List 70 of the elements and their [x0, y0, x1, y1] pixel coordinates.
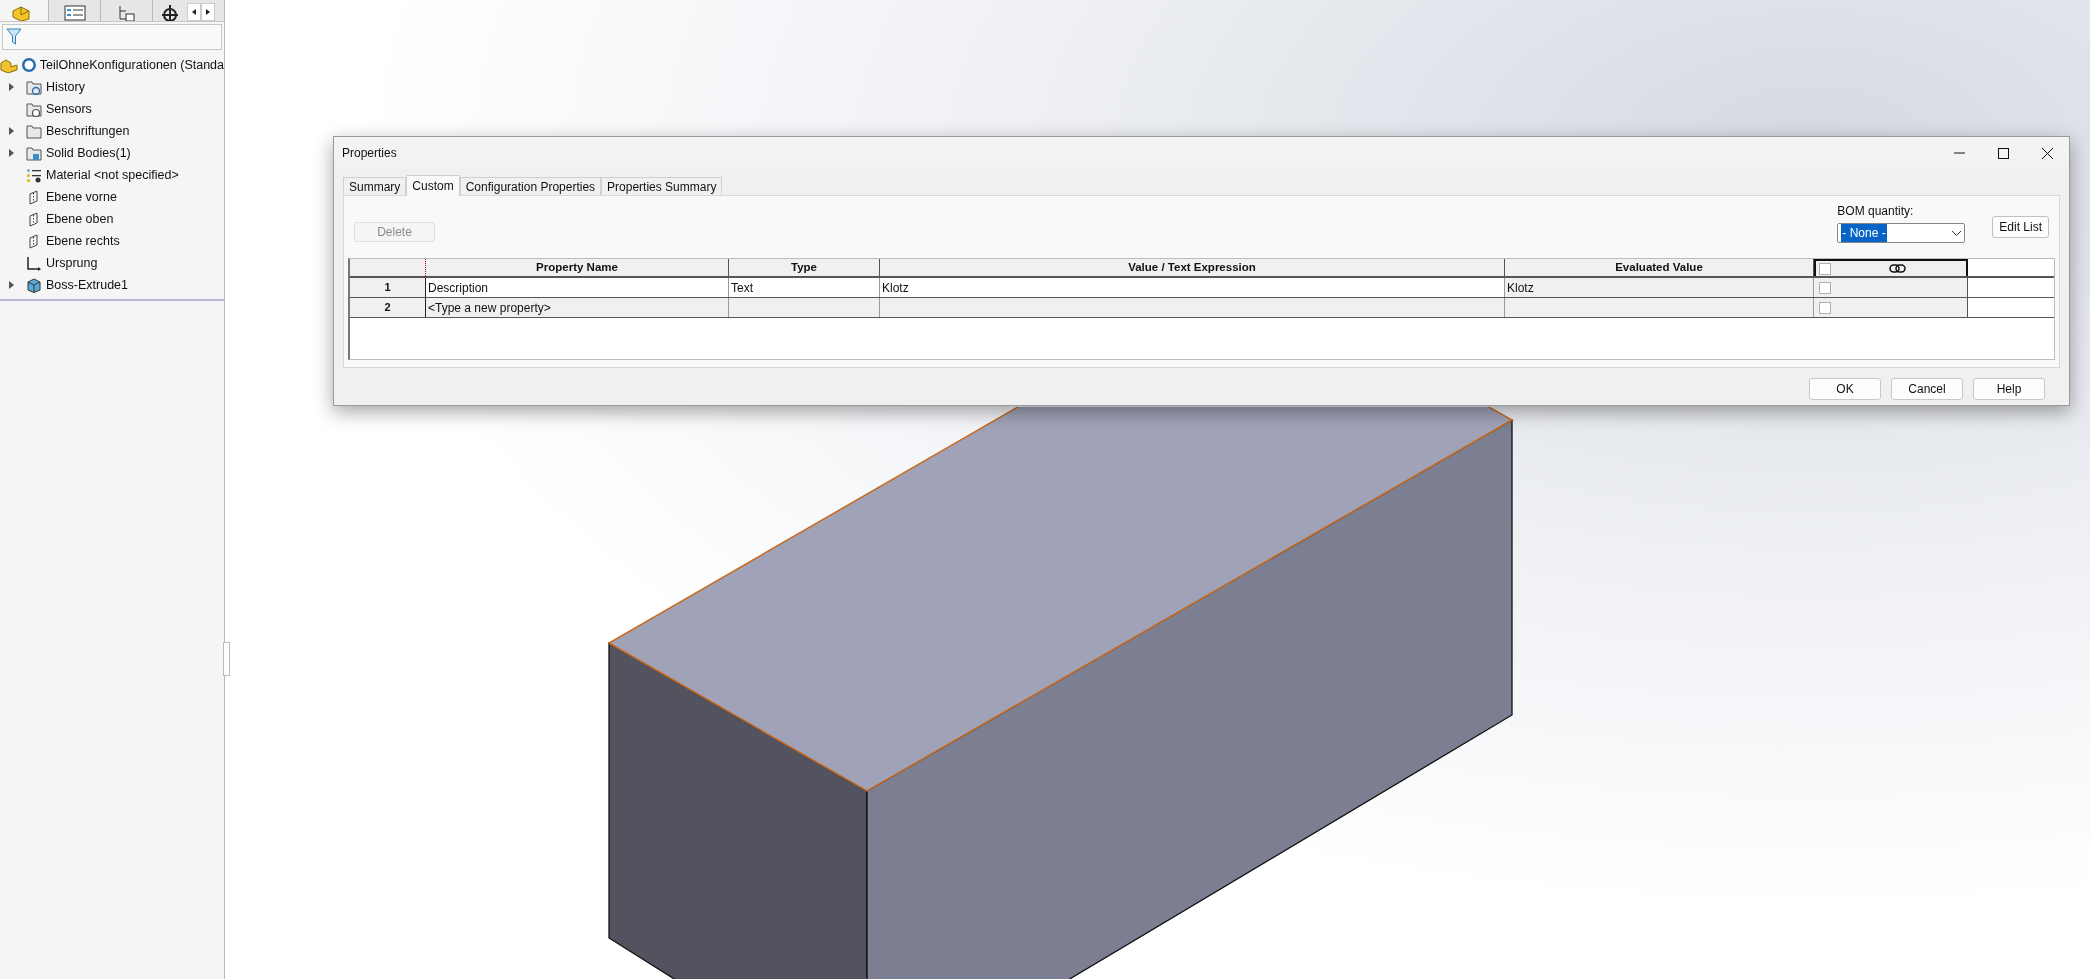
tree-item[interactable]: History [46, 77, 85, 97]
tree-item[interactable]: Ursprung [46, 253, 98, 273]
tab[interactable]: Summary [343, 177, 407, 195]
dialog-button[interactable]: OK [1809, 378, 1881, 400]
left-arrow-icon [192, 9, 196, 15]
bom-quantity-dropdown[interactable]: - None - [1837, 223, 1966, 243]
column-header: Value / Text Expression [880, 259, 1505, 276]
property-name-cell[interactable]: <Type a new property> [426, 298, 729, 317]
tree-item[interactable]: Sensors [46, 99, 92, 119]
dialog-title: Properties [342, 145, 398, 162]
dialog-button[interactable]: Help [1973, 378, 2045, 400]
tree-item[interactable]: Ebene rechts [46, 231, 120, 251]
expand-arrow-icon[interactable] [9, 149, 14, 157]
tree-item[interactable]: Material <not specified> [46, 165, 179, 185]
tab[interactable]: Properties Summary [601, 177, 723, 195]
edit-list-button[interactable]: Edit List [1992, 216, 2049, 238]
plane-icon [28, 189, 40, 205]
column-header: Evaluated Value [1505, 259, 1814, 276]
row-number[interactable]: 2 [350, 298, 426, 317]
expand-arrow-icon[interactable] [9, 127, 14, 135]
scroll-left-button[interactable] [187, 3, 201, 21]
plane-icon [28, 233, 40, 249]
minimize-icon [1953, 152, 1965, 154]
cube-icon [26, 277, 42, 293]
dialog-button[interactable]: Cancel [1891, 378, 1963, 400]
scroll-right-button[interactable] [201, 3, 215, 21]
axes-icon [26, 255, 42, 271]
row-number[interactable]: 1 [350, 278, 426, 297]
tree-item[interactable]: Ebene vorne [46, 187, 117, 207]
evaluated-value-cell: Klotz [1505, 278, 1814, 297]
filter-icon [6, 28, 22, 46]
material-list-icon [26, 167, 42, 183]
tree-item[interactable]: Solid Bodies(1) [46, 143, 131, 163]
checkbox[interactable] [1819, 281, 1831, 294]
bom-quantity-label: BOM quantity: [1837, 203, 1915, 220]
property-name-cell[interactable]: Description [426, 278, 729, 297]
tree-item[interactable]: Ebene oben [46, 209, 114, 229]
column-header: Type [729, 259, 880, 276]
type-cell[interactable]: Text [729, 278, 880, 297]
folder-icon [26, 123, 42, 139]
folder-icon [26, 79, 42, 95]
dropdown-caret-icon [1952, 230, 1962, 236]
hierarchy-icon [116, 5, 137, 21]
crosshair-icon [160, 5, 180, 21]
folder-icon [26, 101, 42, 117]
expand-arrow-icon[interactable] [9, 83, 14, 91]
expand-arrow-icon[interactable] [9, 281, 14, 289]
part-tab[interactable] [0, 0, 48, 21]
type-cell[interactable] [729, 298, 880, 317]
folder-icon [26, 145, 42, 161]
checkbox[interactable] [1819, 262, 1831, 275]
value-cell[interactable]: Klotz [880, 278, 1505, 297]
selected-text: - None - [1841, 224, 1887, 242]
tab[interactable]: Custom [406, 175, 460, 196]
list-icon [63, 5, 86, 21]
maximize-icon [1997, 147, 2009, 159]
tab[interactable]: Configuration Properties [459, 177, 602, 195]
right-arrow-icon [206, 9, 210, 15]
link-icon [1888, 264, 1906, 273]
tree-item[interactable]: Beschriftungen [46, 121, 130, 141]
plane-icon [28, 211, 40, 227]
checkbox[interactable] [1819, 301, 1831, 314]
column-header: Property Name [426, 259, 729, 276]
value-cell[interactable] [880, 298, 1505, 317]
tree-item[interactable]: Boss-Extrude1 [46, 275, 128, 295]
filter-field[interactable] [2, 24, 222, 50]
panel-splitter-handle[interactable] [223, 642, 230, 676]
close-icon [2041, 147, 2053, 159]
part-name[interactable]: TeilOhneKonfigurationen (Standa [39, 55, 224, 75]
part-icon [0, 57, 18, 73]
